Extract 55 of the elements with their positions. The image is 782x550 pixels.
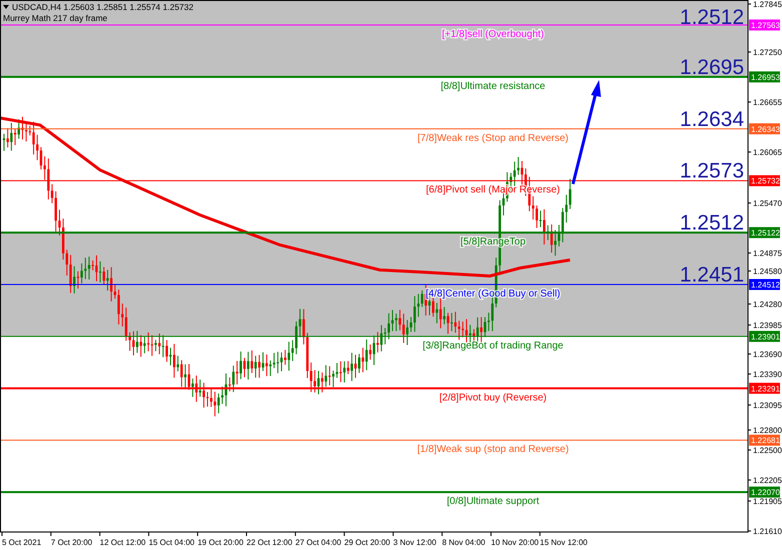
- indicator-name: Murrey Math 217 day frame: [3, 13, 108, 23]
- time-tick: 10 Nov 20:00: [490, 532, 539, 547]
- chart-title: USDCAD,H4 1.25603 1.25851 1.25574 1.25732: [3, 2, 194, 12]
- price-tick: 1.22500: [748, 446, 782, 455]
- target-price: 1.2512: [680, 212, 744, 235]
- level-label: [3/8]RangeBot of trading Range: [422, 340, 564, 352]
- time-tick: 27 Oct 04:00: [294, 532, 342, 547]
- time-tick: 29 Oct 20:00: [344, 532, 390, 547]
- time-tick: 3 Nov 12:00: [392, 532, 436, 547]
- target-price: 1.2451: [680, 264, 744, 286]
- level-label: [7/8]Weak res (Stop and Reverse): [418, 132, 568, 144]
- level-label: [2/8]Pivot buy (Reverse): [439, 392, 547, 404]
- time-tick: 19 Oct 20:00: [197, 532, 244, 547]
- price-tick: 1.27250: [748, 48, 782, 57]
- time-tick: 8 Nov 04:00: [442, 532, 486, 547]
- target-price: 1.2512: [680, 6, 744, 29]
- price-tick: 1.23985: [748, 321, 782, 330]
- time-tick: 5 Oct 2021: [2, 532, 42, 547]
- price-tick: 1.22205: [748, 476, 782, 485]
- time-tick: 7 Oct 20:00: [50, 532, 92, 547]
- level-label: [+1/8]sell (Overbought): [442, 29, 544, 40]
- price-tick: 1.23390: [748, 370, 782, 379]
- price-tick: 1.26655: [748, 98, 782, 107]
- time-tick: 15 Oct 04:00: [148, 532, 194, 547]
- level-label: [1/8]Weak sup (stop and Reverse): [417, 444, 569, 456]
- level-label: [8/8]Ultimate resistance: [440, 80, 546, 92]
- price-tag: 1.23291: [749, 382, 780, 394]
- price-tag: 1.25122: [749, 227, 780, 238]
- price-tick: 1.27845: [748, 0, 782, 9]
- price-tick: 1.21610: [748, 527, 782, 536]
- price-tick: 1.22800: [748, 426, 782, 435]
- target-price: 1.2634: [680, 108, 744, 131]
- arrow-icon: [572, 80, 601, 184]
- target-price: 1.2695: [680, 56, 744, 79]
- price-tick: 1.25470: [748, 199, 782, 208]
- price-tag: 1.24512: [749, 279, 780, 290]
- level-label: [0/8]Ultimate support: [446, 496, 540, 508]
- price-tick: 1.21905: [748, 497, 782, 506]
- time-tick: 22 Oct 12:00: [246, 532, 292, 547]
- price-tick: 1.24875: [748, 249, 782, 258]
- time-tick: 15 Nov 12:00: [539, 532, 588, 547]
- price-tag: 1.27563: [749, 20, 780, 30]
- price-tick: 1.24580: [748, 267, 782, 276]
- time-tick: 12 Oct 12:00: [99, 532, 146, 547]
- price-tag: 1.26953: [749, 71, 780, 82]
- price-tag: 1.22070: [749, 486, 780, 498]
- price-tick: 1.23095: [748, 401, 782, 410]
- price-tag: 1.25732: [749, 175, 780, 186]
- price-tick: 1.24280: [748, 300, 782, 309]
- price-tag: 1.23901: [749, 330, 780, 342]
- target-price: 1.2573: [680, 160, 744, 183]
- price-tick: 1.26065: [748, 148, 782, 157]
- price-tag: 1.26343: [749, 123, 780, 134]
- price-tick: 1.23690: [748, 350, 782, 359]
- price-tag: 1.22681: [749, 434, 780, 446]
